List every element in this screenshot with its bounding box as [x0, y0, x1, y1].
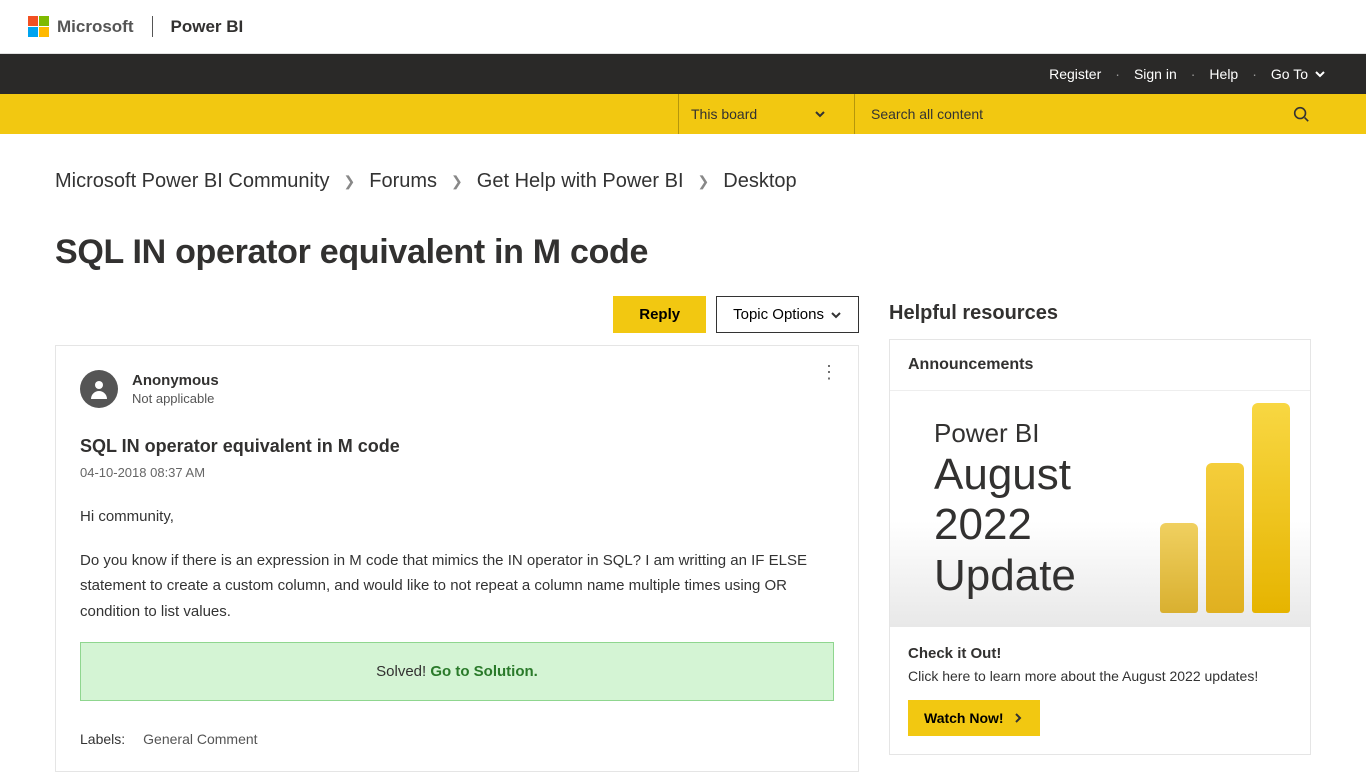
topic-options-dropdown[interactable]: Topic Options: [716, 296, 859, 333]
search-scope-dropdown[interactable]: This board: [678, 94, 838, 134]
post-body: Hi community, Do you know if there is an…: [80, 504, 834, 624]
crumb-community[interactable]: Microsoft Power BI Community: [55, 170, 330, 193]
topic-options-label: Topic Options: [733, 306, 824, 323]
search-input[interactable]: [871, 106, 1266, 122]
search-input-wrap: [854, 94, 1326, 134]
search-icon[interactable]: [1292, 105, 1310, 123]
reply-button[interactable]: Reply: [613, 296, 706, 333]
main-column: Reply Topic Options ⋮ Anonymous Not appl…: [55, 296, 859, 772]
author-block: Anonymous Not applicable: [80, 370, 834, 408]
announcement-title: Check it Out!: [908, 645, 1292, 662]
go-to-solution-link[interactable]: Go to Solution.: [430, 663, 537, 680]
product-link[interactable]: Power BI: [153, 17, 244, 37]
post-menu-button[interactable]: ⋮: [820, 362, 838, 383]
post-card: ⋮ Anonymous Not applicable SQL IN operat…: [55, 345, 859, 772]
hero-line1: Power BI: [934, 418, 1076, 449]
chevron-right-icon: ❯: [698, 173, 710, 190]
watch-now-label: Watch Now!: [924, 710, 1004, 726]
search-scope-value: This board: [691, 106, 757, 122]
user-icon: [87, 377, 111, 401]
author-name: Anonymous: [132, 372, 219, 389]
announcement-body: Check it Out! Click here to learn more a…: [890, 627, 1310, 754]
microsoft-label: Microsoft: [57, 17, 134, 37]
post-subject: SQL IN operator equivalent in M code: [80, 436, 834, 457]
announcements-label: Announcements: [890, 340, 1310, 391]
crumb-desktop[interactable]: Desktop: [723, 170, 796, 193]
chevron-right-icon: ❯: [451, 173, 463, 190]
watch-now-button[interactable]: Watch Now!: [908, 700, 1040, 736]
hero-line2: August: [934, 451, 1076, 499]
post-date: 04-10-2018 08:37 AM: [80, 465, 834, 480]
hero-line3: 2022: [934, 501, 1076, 549]
page-title: SQL IN operator equivalent in M code: [55, 233, 1311, 272]
breadcrumb: Microsoft Power BI Community ❯ Forums ❯ …: [55, 170, 1311, 193]
bars-icon: [1160, 403, 1290, 613]
label-tag[interactable]: General Comment: [143, 731, 257, 747]
chevron-down-icon: [830, 309, 842, 321]
brand-bar: Microsoft Power BI: [0, 0, 1366, 54]
nav-signin[interactable]: Sign in: [1134, 66, 1177, 82]
nav-goto-label: Go To: [1271, 66, 1308, 82]
chevron-right-icon: [1012, 712, 1024, 724]
microsoft-logo[interactable]: Microsoft: [28, 16, 153, 37]
chevron-right-icon: ❯: [344, 173, 356, 190]
chevron-down-icon: [814, 108, 826, 120]
ms-squares-icon: [28, 16, 49, 37]
labels-row: Labels: General Comment: [80, 731, 834, 747]
announcements-card: Announcements Power BI August 2022 Updat…: [889, 339, 1311, 755]
nav-goto[interactable]: Go To: [1271, 66, 1326, 82]
crumb-forums[interactable]: Forums: [369, 170, 437, 193]
utility-nav: Register · Sign in · Help · Go To: [0, 54, 1366, 94]
post-paragraph: Do you know if there is an expression in…: [80, 548, 834, 625]
avatar: [80, 370, 118, 408]
solved-banner: Solved! Go to Solution.: [80, 642, 834, 701]
post-paragraph: Hi community,: [80, 504, 834, 530]
search-bar: This board: [0, 94, 1366, 134]
hero-line4: Update: [934, 552, 1076, 600]
sidebar: Helpful resources Announcements Power BI…: [889, 296, 1311, 755]
thread-actions: Reply Topic Options: [55, 296, 859, 333]
announcement-hero[interactable]: Power BI August 2022 Update: [890, 391, 1310, 627]
crumb-gethelp[interactable]: Get Help with Power BI: [477, 170, 684, 193]
solved-prefix: Solved!: [376, 663, 430, 680]
author-role: Not applicable: [132, 391, 219, 406]
sidebar-heading: Helpful resources: [889, 302, 1311, 325]
nav-help[interactable]: Help: [1209, 66, 1238, 82]
nav-register[interactable]: Register: [1049, 66, 1101, 82]
chevron-down-icon: [1314, 68, 1326, 80]
labels-label: Labels:: [80, 731, 125, 747]
announcement-text: Click here to learn more about the Augus…: [908, 668, 1292, 684]
